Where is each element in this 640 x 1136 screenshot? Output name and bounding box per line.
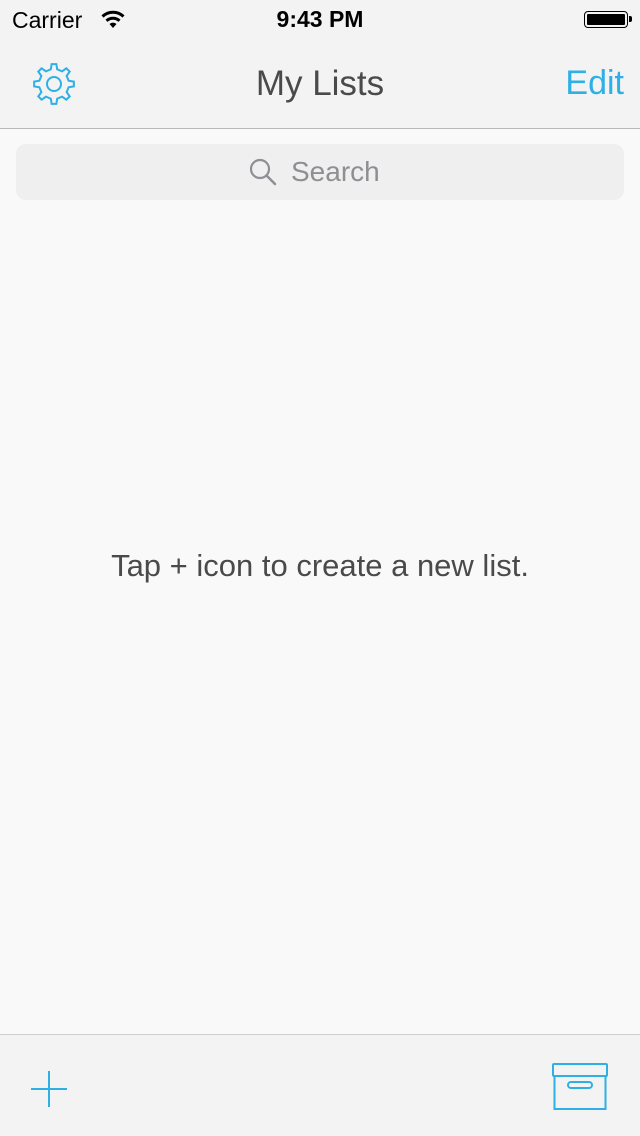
clock: 9:43 PM [276, 6, 364, 32]
archive-box-icon[interactable] [548, 1059, 610, 1115]
bottom-toolbar [0, 1034, 640, 1136]
search-icon [249, 158, 277, 186]
search-bar[interactable] [16, 144, 624, 200]
search-input[interactable] [291, 156, 391, 188]
edit-button[interactable]: Edit [565, 64, 624, 103]
battery-icon [584, 11, 632, 28]
navigation-bar: My Lists Edit [0, 40, 640, 129]
empty-state-message: Tap + icon to create a new list. [111, 548, 529, 583]
plus-icon[interactable] [26, 1067, 72, 1113]
page-title: My Lists [255, 64, 385, 103]
status-bar: Carrier 9:43 PM [0, 0, 640, 40]
